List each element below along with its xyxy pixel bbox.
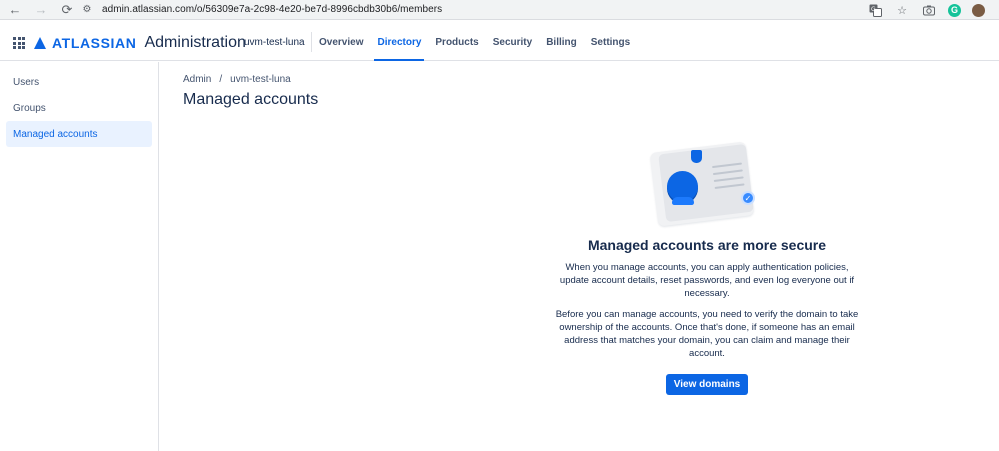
page-title: Managed accounts	[183, 91, 319, 108]
product-name: Administration	[144, 34, 246, 51]
app-switcher-grid-icon[interactable]	[13, 37, 25, 49]
pin-icon	[691, 150, 702, 163]
bookmark-star-icon[interactable]: ☆	[894, 2, 910, 18]
browser-toolbar: ← → ⟳ ⚙ admin.atlassian.com/o/56309e7a-2…	[0, 0, 999, 20]
view-domains-button[interactable]: View domains	[665, 374, 749, 395]
app-header: ATLASSIAN Administration uvm-test-luna O…	[0, 24, 999, 61]
tab-security[interactable]: Security	[486, 24, 539, 61]
logo-text: ATLASSIAN	[52, 35, 137, 51]
back-arrow-icon[interactable]: ←	[4, 1, 26, 19]
forward-arrow-icon[interactable]: →	[30, 1, 52, 19]
url-text[interactable]: admin.atlassian.com/o/56309e7a-2c98-4e20…	[102, 4, 442, 15]
org-name[interactable]: uvm-test-luna	[244, 37, 305, 48]
tab-overview[interactable]: Overview	[312, 24, 370, 61]
person-body-icon	[672, 197, 694, 205]
atlassian-mark-icon	[34, 37, 46, 49]
tab-directory[interactable]: Directory	[370, 24, 428, 61]
address-bar[interactable]: ⚙ admin.atlassian.com/o/56309e7a-2c98-4e…	[78, 1, 928, 18]
empty-state-description: When you manage accounts, you can apply …	[559, 262, 855, 299]
translate-icon[interactable]: G	[867, 2, 883, 18]
tab-settings[interactable]: Settings	[584, 24, 637, 61]
breadcrumb-separator: /	[219, 74, 223, 85]
managed-accounts-illustration: ✓	[550, 141, 864, 227]
atlassian-logo[interactable]: ATLASSIAN Administration	[34, 34, 246, 52]
top-nav: Overview Directory Products Security Bil…	[312, 24, 637, 61]
tab-products[interactable]: Products	[428, 24, 485, 61]
camera-extension-icon[interactable]	[921, 2, 937, 18]
reload-icon[interactable]: ⟳	[56, 1, 78, 19]
sidebar-item-users[interactable]: Users	[6, 69, 152, 95]
breadcrumb: Admin / uvm-test-luna	[183, 74, 291, 85]
grammarly-icon[interactable]: G	[948, 3, 961, 17]
sidebar: Users Groups Managed accounts	[0, 62, 159, 451]
empty-state: ✓ Managed accounts are more secure When …	[550, 141, 864, 395]
sidebar-item-groups[interactable]: Groups	[6, 95, 152, 121]
empty-state-instructions: Before you can manage accounts, you need…	[555, 309, 859, 359]
profile-avatar[interactable]	[972, 3, 985, 17]
breadcrumb-admin[interactable]: Admin	[183, 74, 211, 85]
tab-billing[interactable]: Billing	[539, 24, 584, 61]
breadcrumb-org[interactable]: uvm-test-luna	[230, 74, 291, 85]
verified-check-icon: ✓	[741, 191, 755, 205]
svg-text:G: G	[871, 6, 876, 13]
sidebar-item-managed-accounts[interactable]: Managed accounts	[6, 121, 152, 147]
empty-state-heading: Managed accounts are more secure	[587, 237, 827, 253]
site-settings-icon[interactable]: ⚙	[78, 4, 96, 15]
